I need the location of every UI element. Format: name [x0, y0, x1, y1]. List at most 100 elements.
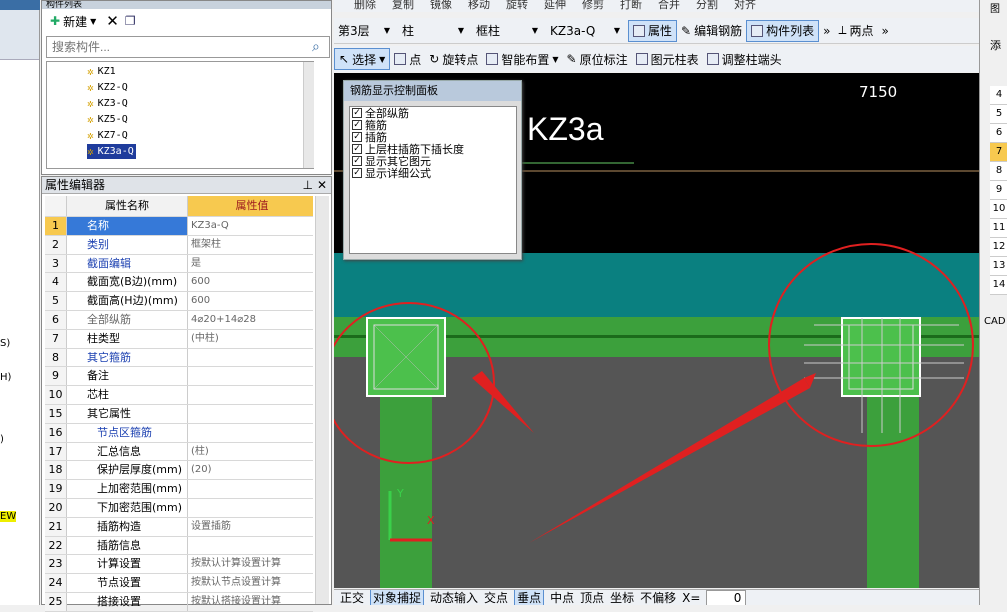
property-value[interactable] [188, 424, 313, 442]
search-input[interactable] [46, 36, 330, 58]
property-value[interactable]: 4⌀20+14⌀28 [188, 311, 313, 329]
search-icon[interactable]: ⌕ [312, 39, 320, 55]
option-dowel[interactable]: ✓ 插筋 [350, 131, 516, 143]
property-value[interactable] [188, 537, 313, 555]
property-row[interactable]: 18 保护层厚度(mm) (20) [45, 461, 313, 481]
pin-icon[interactable]: ⊥ [303, 177, 313, 194]
property-row[interactable]: 24 节点设置 按默认节点设置计算 [45, 574, 313, 593]
right-list-item[interactable]: 9 [990, 181, 1007, 200]
property-row[interactable]: 6 全部纵筋 4⌀20+14⌀28 [45, 310, 313, 330]
subtype-select[interactable]: 框柱 ▼ [472, 21, 542, 41]
category-select[interactable]: 柱 ▼ [398, 21, 468, 41]
property-row[interactable]: 4 截面宽(B边)(mm) 600 [45, 273, 313, 293]
right-list-item[interactable]: 10 [990, 200, 1007, 219]
right-list-item[interactable]: 12 [990, 238, 1007, 257]
option-all-longitudinal[interactable]: ✓ 全部纵筋 [350, 107, 516, 119]
tree-item-selected[interactable]: ✲ KZ3a-Q [87, 144, 136, 159]
move-button[interactable]: 移动 [468, 0, 490, 12]
two-points-button[interactable]: ⟂ 两点 [834, 20, 877, 42]
more-chevron-2[interactable]: » [877, 20, 892, 42]
property-row[interactable]: 3 截面编辑是 [45, 254, 313, 274]
checkbox[interactable]: ✓ [352, 168, 362, 178]
floor-select[interactable]: 第3层 ▼ [334, 21, 394, 41]
tree-item[interactable]: ✲ KZ7-Q [87, 128, 128, 143]
snap-toggle[interactable]: 对象捕捉 [370, 590, 425, 605]
property-value[interactable]: (中柱) [188, 330, 313, 348]
right-list-item[interactable]: 5 [990, 105, 1007, 124]
split-button[interactable]: 分割 [696, 0, 718, 12]
orthogonal-toggle[interactable]: 正交 [340, 590, 364, 605]
delete-icon[interactable]: ✕ [106, 12, 119, 30]
delete-button[interactable]: 删除 [354, 0, 376, 12]
property-row[interactable]: 2 类别 框架柱 [45, 235, 313, 255]
option-dowel-length[interactable]: ✓ 上层柱插筋下插长度 [350, 143, 516, 155]
component-select[interactable]: KZ3a-Q ▼ [546, 21, 624, 41]
right-list-item[interactable]: 11 [990, 219, 1007, 238]
midpoint-snap[interactable]: 中点 [550, 590, 574, 605]
new-button[interactable]: ✚ 新建 ▼ [46, 10, 100, 32]
property-row[interactable]: 17 汇总信息 (柱) [45, 442, 313, 462]
property-value[interactable]: (柱) [188, 443, 313, 461]
tree-item[interactable]: ✲ KZ3-Q [87, 96, 128, 111]
option-show-others[interactable]: ✓ 显示其它图元 [350, 155, 516, 167]
right-list-item[interactable]: 6 [990, 124, 1007, 143]
property-row[interactable]: 1 名称 KZ3a-Q [45, 217, 313, 236]
property-row[interactable]: 16 节点区箍筋 [45, 423, 313, 443]
property-row[interactable]: 23 计算设置 按默认计算设置计算 [45, 555, 313, 575]
right-list-item[interactable]: 14 [990, 276, 1007, 295]
coordinate-snap[interactable]: 坐标 [610, 590, 634, 605]
property-value[interactable]: 是 [188, 255, 313, 273]
x-input[interactable]: 0 [706, 590, 747, 605]
merge-button[interactable]: 合并 [658, 0, 680, 12]
property-value[interactable] [188, 480, 313, 498]
vertex-snap[interactable]: 顶点 [580, 590, 604, 605]
property-row[interactable]: 7 柱类型 (中柱) [45, 329, 313, 349]
property-value[interactable]: 600 [188, 292, 313, 310]
option-stirrup[interactable]: ✓ 箍筋 [350, 119, 516, 131]
tree-scrollbar[interactable] [303, 62, 314, 168]
property-value[interactable]: 按默认搭接设置计算 [188, 593, 313, 611]
checkbox[interactable]: ✓ [352, 108, 362, 118]
right-panel-add[interactable]: 添 [990, 37, 1001, 53]
right-list-item[interactable]: 7 [990, 143, 1007, 162]
option-show-formula[interactable]: ✓ 显示详细公式 [350, 167, 516, 179]
copy-icon[interactable]: ❐ [125, 14, 136, 28]
property-scrollbar[interactable] [315, 196, 329, 604]
property-value[interactable] [188, 349, 313, 367]
component-list-button[interactable]: 构件列表 [746, 19, 820, 42]
smart-layout-button[interactable]: 智能布置 ▼ [482, 48, 562, 70]
adjust-end-button[interactable]: 调整柱端头 [703, 48, 786, 70]
property-value[interactable] [188, 386, 313, 404]
tree-item[interactable]: ✲ KZ1 [87, 64, 116, 79]
property-row[interactable]: 20 下加密范围(mm) [45, 498, 313, 518]
more-chevron[interactable]: » [819, 20, 834, 42]
property-row[interactable]: 22 插筋信息 [45, 536, 313, 556]
perpendicular-snap[interactable]: 垂点 [514, 590, 545, 605]
property-value[interactable]: 设置插筋 [188, 518, 313, 536]
align-button[interactable]: 对齐 [734, 0, 756, 12]
property-value[interactable]: 框架柱 [188, 236, 313, 254]
property-value[interactable]: 按默认计算设置计算 [188, 555, 313, 573]
property-row[interactable]: 9 备注 [45, 367, 313, 387]
trim-button[interactable]: 修剪 [582, 0, 604, 12]
property-row[interactable]: 15 其它属性 [45, 404, 313, 424]
property-row[interactable]: 8 其它箍筋 [45, 348, 313, 368]
property-value[interactable] [188, 405, 313, 423]
intersection-snap[interactable]: 交点 [484, 590, 508, 605]
select-button[interactable]: ↖ 选择 ▼ [334, 48, 391, 70]
property-value[interactable] [188, 499, 313, 517]
offset-select[interactable]: 不偏移 [640, 590, 676, 605]
extend-button[interactable]: 延伸 [544, 0, 566, 12]
property-value[interactable]: KZ3a-Q [188, 217, 313, 235]
right-list-item[interactable]: 4 [990, 86, 1007, 105]
property-value[interactable] [188, 367, 313, 385]
close-icon[interactable]: ✕ [317, 177, 327, 194]
property-row[interactable]: 5 截面高(H边)(mm) 600 [45, 292, 313, 311]
element-table-button[interactable]: 图元柱表 [632, 48, 703, 70]
checkbox[interactable]: ✓ [352, 144, 362, 154]
properties-button[interactable]: 属性 [628, 19, 678, 42]
property-row[interactable]: 21 插筋构造 设置插筋 [45, 517, 313, 537]
checkbox[interactable]: ✓ [352, 132, 362, 142]
mirror-button[interactable]: 镜像 [430, 0, 452, 12]
right-list-item[interactable]: 13 [990, 257, 1007, 276]
